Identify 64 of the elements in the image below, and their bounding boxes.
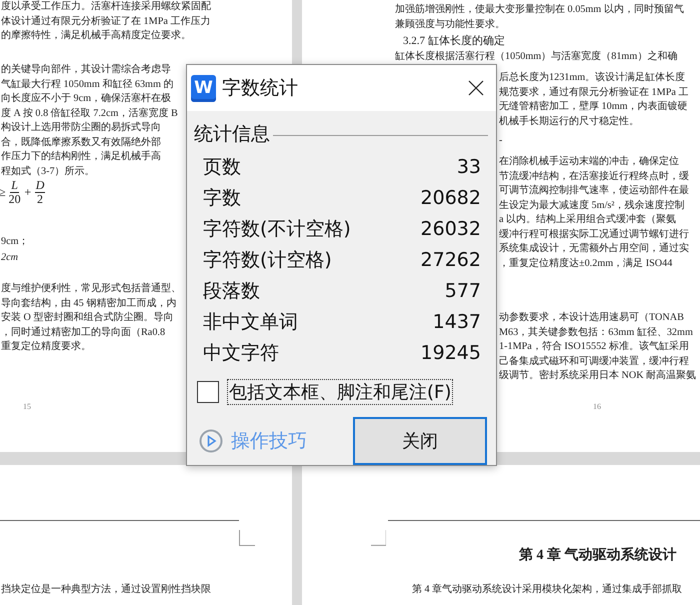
text-line: 己备集成式磁环和可调缓冲装置，缓冲行程 xyxy=(499,354,690,368)
stat-label: 段落数 xyxy=(203,278,260,304)
close-button[interactable]: 关闭 xyxy=(353,417,487,465)
text-line: 9cm； xyxy=(1,235,29,249)
dialog-title: 字数统计 xyxy=(222,76,299,101)
text-line: 缸体长度根据活塞行程（1050mm）与活塞宽度（81mm）之和确 xyxy=(395,50,678,64)
text-line: a 以内。结构上采用组合式缓冲套（聚氨 xyxy=(499,213,678,227)
app-logo: W xyxy=(191,74,216,102)
stat-label: 字符数(计空格) xyxy=(203,248,332,272)
text-line: ，重复定位精度达±0.2mm，满足 ISO44 xyxy=(499,256,674,270)
stat-value: 27262 xyxy=(420,248,481,270)
text-line: 节流缓冲结构，在活塞接近行程终点时，缓 xyxy=(499,170,689,184)
text-line: 导向套结构，由 45 钢精密加工而成，内 xyxy=(1,296,178,310)
text-line: - xyxy=(499,134,502,148)
text-line: 第 4 章气动驱动系统设计采用模块化架构，通过集成手部抓取 xyxy=(412,583,682,597)
text-line: 缓冲行程可根据实际工况通过调节螺钉进行 xyxy=(499,228,689,242)
text-line: 挡块定位是一种典型方法，通过设置刚性挡块限 xyxy=(1,583,211,597)
text-line: 动参数要求，本设计选用速易可（TONAB xyxy=(499,311,685,325)
text-line: 体设计通过有限元分析验证了在 1MPa 工作压力 xyxy=(1,14,211,28)
text-line: 的摩擦特性，满足机械手高精度定位要求。 xyxy=(1,29,192,43)
text-line: 度与维护便利性，常见形式包括普通型、 xyxy=(1,282,181,296)
text-line: 无缝管精密加工，壁厚 10mm，内表面镀硬 xyxy=(499,100,688,114)
stat-label: 页数 xyxy=(203,154,241,180)
text-line: 安装 O 型密封圈和组合式防尘圈。导向 xyxy=(1,311,174,325)
text-line: 度以承受工作压力。活塞杆连接采用螺纹紧固配 xyxy=(1,0,211,14)
checkbox-label[interactable]: 包括文本框、脚注和尾注(F) xyxy=(227,379,454,405)
text-line: 机械手长期运行的尺寸稳定性。 xyxy=(499,114,640,128)
text-line: 1-1MPa，符合 ISO15552 标准。该气缸采用 xyxy=(499,340,690,354)
stat-value: 1437 xyxy=(432,310,481,332)
text-line: 规范要求，通过有限元分析验证在 1MPa 工 xyxy=(499,86,688,100)
text-line: 气缸最大行程 1050mm 和缸径 63mm 的 xyxy=(1,78,174,92)
text-line: 在消除机械手运动末端的冲击，确保定位 xyxy=(499,155,680,169)
text-line: 可调节流阀控制排气速率，使运动部件在最 xyxy=(499,184,689,198)
text-line: 后总长度为1231mm。该设计满足缸体长度 xyxy=(499,71,686,85)
text-line: 的关键导向部件，其设计需综合考虑导 xyxy=(1,63,172,77)
stat-label: 字符数(不计空格) xyxy=(203,216,351,242)
text-line: 级调节。密封系统采用日本 NOK 耐高温聚氨 xyxy=(499,369,696,383)
stat-value: 33 xyxy=(456,156,481,178)
text-line: 合，既降低摩擦系数又有效隔绝外部 xyxy=(1,136,162,150)
group-label: 统计信息 xyxy=(194,122,270,147)
text-line: 作压力下的结构刚性，满足机械手高 xyxy=(1,150,162,164)
text-line: 构设计上选用带防尘圈的易拆式导向 xyxy=(1,121,162,135)
stat-label: 中文字符 xyxy=(203,340,279,366)
text-line: M63，其关键参数包括：63mm 缸径、32mm xyxy=(499,326,694,340)
stat-value: 19245 xyxy=(420,342,481,364)
stat-value: 20682 xyxy=(420,186,481,208)
text-line: 加强筋增强刚性，使最大变形量控制在 0.05mm 以内，同时预留气 xyxy=(395,3,684,17)
text-line: 度 A 按 0.8 倍缸径取 7.2cm，活塞宽度 B xyxy=(1,106,178,120)
stat-value: 577 xyxy=(444,280,481,302)
stat-label: 非中文单词 xyxy=(203,310,298,334)
text-line: 向长度应不小于 9cm，确保活塞杆在极 xyxy=(1,92,172,106)
stat-value: 26032 xyxy=(420,218,481,240)
page-number: 16 xyxy=(593,402,601,411)
page-number: 15 xyxy=(23,402,31,411)
math-line: 2cm xyxy=(1,251,18,265)
text-line: 系统集成设计，无需额外占用空间，通过实 xyxy=(499,242,689,256)
chapter-heading: 第 4 章 气动驱动系统设计 xyxy=(519,547,676,565)
text-line: ，同时通过精密加工的导向面（Ra0.8 xyxy=(1,326,166,340)
text-line: 生设定为最大减速度 5m/s²，残余速度控制 xyxy=(499,198,686,212)
stat-label: 字数 xyxy=(203,186,241,210)
section-heading: 3.2.7 缸体长度的确定 xyxy=(402,34,505,48)
text-line: 程如式（3-7）所示。 xyxy=(1,164,96,178)
text-line: 兼顾强度与功能性要求。 xyxy=(395,18,506,32)
text-line: 重复定位精度要求。 xyxy=(1,340,92,354)
